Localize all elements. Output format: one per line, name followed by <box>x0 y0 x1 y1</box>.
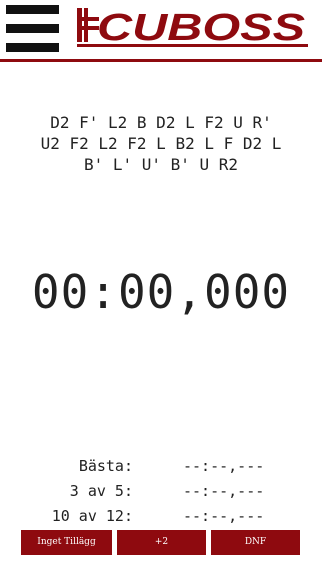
scramble-line: U2 F2 L2 F2 L B2 L F D2 L <box>40 134 282 153</box>
plus-two-button[interactable]: +2 <box>117 530 206 555</box>
logo-wordmark: CUBOSS <box>97 7 305 48</box>
app: CUBOSS D2 F' L2 B D2 L F2 U R' U2 F2 L2 … <box>0 0 322 563</box>
menu-bar <box>6 5 59 14</box>
cuboss-logo: CUBOSS <box>77 7 308 48</box>
timer-display[interactable]: 00:00,000 <box>0 262 322 322</box>
stats-panel: Bästa: --:--,--- 3 av 5: --:--,--- 10 av… <box>0 454 322 529</box>
scramble: D2 F' L2 B D2 L F2 U R' U2 F2 L2 F2 L B2… <box>0 112 322 175</box>
header: CUBOSS <box>0 0 322 62</box>
scramble-line: B' L' U' B' U R2 <box>83 155 239 174</box>
stat-row-ao12: 10 av 12: --:--,--- <box>0 504 322 529</box>
stat-row-ao5: 3 av 5: --:--,--- <box>0 479 322 504</box>
scramble-line: D2 F' L2 B D2 L F2 U R' <box>50 113 272 132</box>
stat-value: --:--,--- <box>183 507 265 525</box>
stat-label: Bästa: <box>78 457 133 475</box>
hamburger-menu-icon[interactable] <box>6 4 59 52</box>
no-penalty-button[interactable]: Inget Tillägg <box>21 530 112 555</box>
stat-row-best: Bästa: --:--,--- <box>0 454 322 479</box>
header-divider <box>0 59 322 62</box>
stat-label: 3 av 5: <box>69 482 133 500</box>
dnf-button[interactable]: DNF <box>211 530 300 555</box>
stat-value: --:--,--- <box>183 482 265 500</box>
stat-value: --:--,--- <box>183 457 265 475</box>
stat-label: 10 av 12: <box>51 507 133 525</box>
menu-bar <box>6 43 59 52</box>
menu-bar <box>6 24 59 33</box>
penalty-buttons: Inget Tillägg +2 DNF <box>0 530 322 555</box>
